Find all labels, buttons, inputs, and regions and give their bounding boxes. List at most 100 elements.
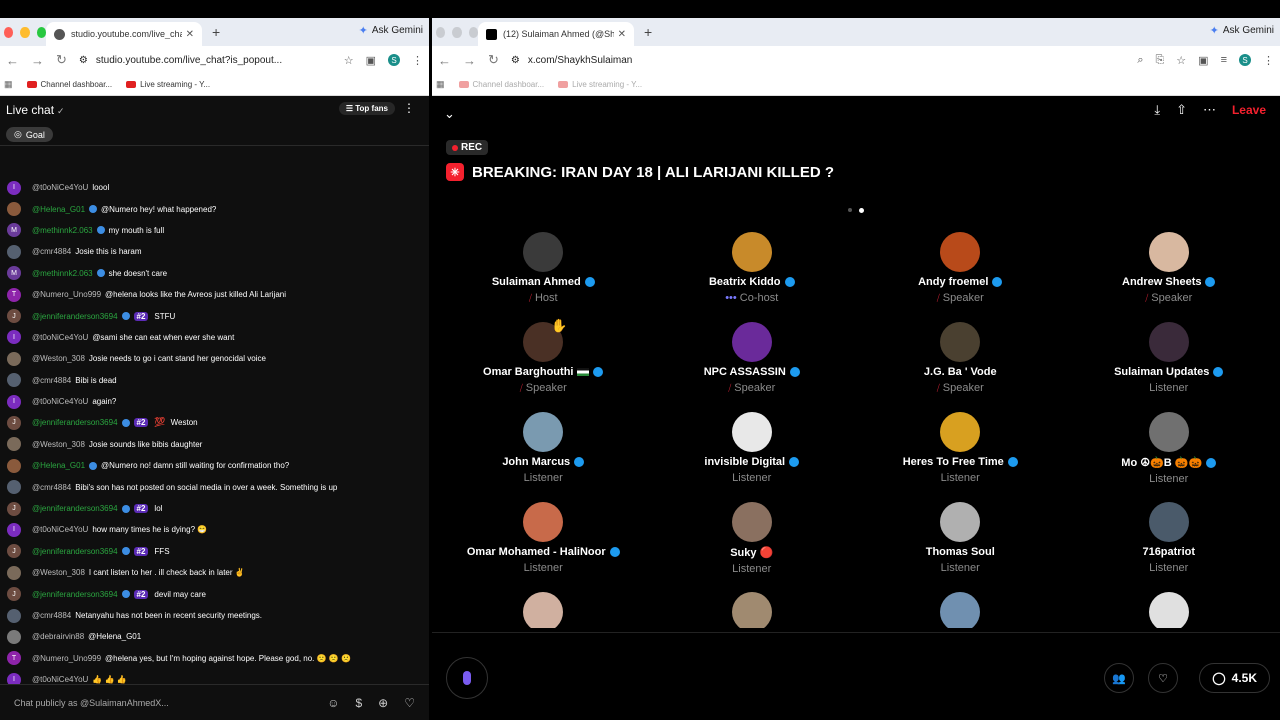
participant-avatar[interactable]: [1148, 412, 1189, 452]
downloads-icon[interactable]: ≡: [1221, 54, 1227, 66]
chat-message[interactable]: @Helena_G01 @Numero no! damn still waitin…: [0, 455, 429, 476]
avatar[interactable]: T: [7, 287, 21, 302]
comments-button[interactable]: ◯ 4.5K: [1199, 663, 1270, 693]
participant-avatar[interactable]: [731, 592, 772, 628]
address-bar[interactable]: ⚙ x.com/ShaykhSulaiman: [511, 55, 1125, 66]
message-author[interactable]: @Numero_Uno999: [32, 654, 101, 663]
avatar[interactable]: I: [7, 394, 21, 409]
page-dot-active[interactable]: [859, 208, 864, 213]
chat-message[interactable]: I @t0oNiCe4YoU loool: [0, 177, 429, 198]
avatar[interactable]: I: [7, 522, 21, 537]
participant-card[interactable]: 716patriot Listener: [1065, 502, 1274, 592]
browser-menu-icon[interactable]: ⋮: [1263, 54, 1274, 67]
ask-gemini-button[interactable]: ✦ Ask Gemini: [359, 24, 423, 37]
extensions-icon[interactable]: ▣: [1198, 54, 1208, 67]
avatar[interactable]: I: [7, 330, 21, 345]
reload-icon[interactable]: ↻: [56, 52, 67, 68]
message-author[interactable]: @methinnk2.063: [32, 269, 93, 278]
participant-avatar[interactable]: [523, 412, 564, 452]
profile-avatar[interactable]: S: [1239, 54, 1251, 66]
avatar[interactable]: [7, 565, 21, 580]
message-author[interactable]: @jenniferanderson3694: [32, 547, 118, 556]
apps-grid-icon[interactable]: ▦: [4, 79, 13, 90]
back-icon[interactable]: ←: [438, 53, 451, 68]
avatar[interactable]: I: [7, 180, 21, 195]
participant-avatar[interactable]: [1148, 322, 1189, 362]
avatar[interactable]: M: [7, 266, 21, 281]
site-info-icon[interactable]: ⚙: [511, 55, 520, 66]
more-options-icon[interactable]: ⋯: [1203, 102, 1216, 118]
bookmark-channel-dashboard[interactable]: Channel dashboar...: [26, 80, 112, 89]
chat-message[interactable]: @Weston_308 Josie sounds like bibis daugh…: [0, 434, 429, 455]
avatar[interactable]: J: [7, 587, 21, 602]
bookmark-star-icon[interactable]: ☆: [1176, 54, 1186, 67]
participant-card[interactable]: Mo ☮🎃B 🎃🎃 Listener: [1065, 412, 1274, 502]
chat-message[interactable]: @cmr4884 Bibi is dead: [0, 370, 429, 391]
message-author[interactable]: @methinnk2.063: [32, 226, 93, 235]
message-author[interactable]: @t0oNiCe4YoU: [32, 183, 88, 192]
new-tab-button[interactable]: +: [212, 24, 220, 40]
chat-title[interactable]: Live chat ✓: [6, 103, 65, 117]
message-author[interactable]: @debrairvin88: [32, 632, 84, 641]
maximize-window-button[interactable]: [468, 26, 478, 38]
message-author[interactable]: @cmr4884: [32, 376, 71, 385]
avatar[interactable]: T: [7, 651, 21, 666]
page-dot[interactable]: [848, 208, 852, 212]
maximize-window-button[interactable]: [36, 26, 46, 38]
site-info-icon[interactable]: ⚙: [79, 55, 88, 66]
close-tab-icon[interactable]: ✕: [186, 29, 194, 40]
participant-avatar[interactable]: [940, 592, 981, 628]
participant-card[interactable]: Andrew Sheets ⧸ Speaker: [1065, 232, 1274, 322]
avatar[interactable]: [7, 244, 21, 259]
participant-card[interactable]: J.G. Ba ' Vode ⧸ Speaker: [856, 322, 1065, 412]
participant-card[interactable]: [1065, 592, 1274, 628]
apps-grid-icon[interactable]: ▦: [436, 79, 445, 90]
participant-card[interactable]: Suky 🔴 Listener: [648, 502, 857, 592]
chat-message[interactable]: J @jenniferanderson3694 #2 FFS: [0, 541, 429, 562]
participant-avatar[interactable]: [1148, 232, 1189, 272]
message-author[interactable]: @jenniferanderson3694: [32, 590, 118, 599]
participant-avatar[interactable]: ✋: [523, 318, 567, 362]
participant-avatar[interactable]: [523, 232, 564, 272]
message-author[interactable]: @Weston_308: [32, 568, 85, 577]
participant-avatar[interactable]: [940, 412, 981, 452]
chat-message[interactable]: J @jenniferanderson3694 #2 lol: [0, 498, 429, 519]
chat-message[interactable]: M @methinnk2.063 she doesn't care: [0, 263, 429, 284]
participant-card[interactable]: [856, 592, 1065, 628]
chat-message[interactable]: I @t0oNiCe4YoU @sami she can eat when ever…: [0, 327, 429, 348]
ask-gemini-button[interactable]: ✦ Ask Gemini: [1210, 24, 1274, 37]
message-author[interactable]: @jenniferanderson3694: [32, 504, 118, 513]
avatar[interactable]: M: [7, 223, 21, 238]
goal-button[interactable]: ◎ Goal: [6, 127, 53, 142]
participant-card[interactable]: [648, 592, 857, 628]
participant-avatar[interactable]: [523, 592, 564, 628]
participant-avatar[interactable]: [1148, 502, 1189, 542]
message-author[interactable]: @jenniferanderson3694: [32, 312, 118, 321]
participant-avatar[interactable]: [523, 502, 564, 542]
heart-icon[interactable]: ♡: [404, 696, 415, 710]
participant-avatar[interactable]: [940, 502, 981, 542]
leave-button[interactable]: Leave: [1232, 103, 1266, 117]
back-icon[interactable]: ←: [6, 53, 19, 68]
bookmark-live-streaming[interactable]: Live streaming - Y...: [558, 80, 642, 89]
top-fans-button[interactable]: ☰ Top fans: [338, 102, 395, 115]
message-author[interactable]: @Numero_Uno999: [32, 290, 101, 299]
message-author[interactable]: @t0oNiCe4YoU: [32, 397, 88, 406]
collapse-chevron-icon[interactable]: ⌄: [444, 106, 455, 122]
participant-card[interactable]: NPC ASSASSIN ⧸ Speaker: [648, 322, 857, 412]
chat-message[interactable]: @cmr4884 Josie this is haram: [0, 241, 429, 262]
participant-avatar[interactable]: [731, 322, 772, 362]
participant-card[interactable]: invisible Digital Listener: [648, 412, 857, 502]
zoom-icon[interactable]: ⌕: [1137, 54, 1143, 67]
avatar[interactable]: J: [7, 544, 21, 559]
message-author[interactable]: @Weston_308: [32, 440, 85, 449]
message-author[interactable]: @Helena_G01: [32, 461, 85, 470]
chat-message[interactable]: @Helena_G01 @Numero hey! what happened?: [0, 198, 429, 219]
profile-avatar[interactable]: S: [388, 54, 400, 66]
bookmark-live-streaming[interactable]: Live streaming - Y...: [126, 80, 210, 89]
new-tab-button[interactable]: +: [644, 24, 652, 40]
participant-card[interactable]: Thomas Soul Listener: [856, 502, 1065, 592]
avatar[interactable]: J: [7, 501, 21, 516]
chat-message[interactable]: I @t0oNiCe4YoU how many times he is dying?…: [0, 519, 429, 540]
browser-menu-icon[interactable]: ⋮: [412, 54, 423, 67]
